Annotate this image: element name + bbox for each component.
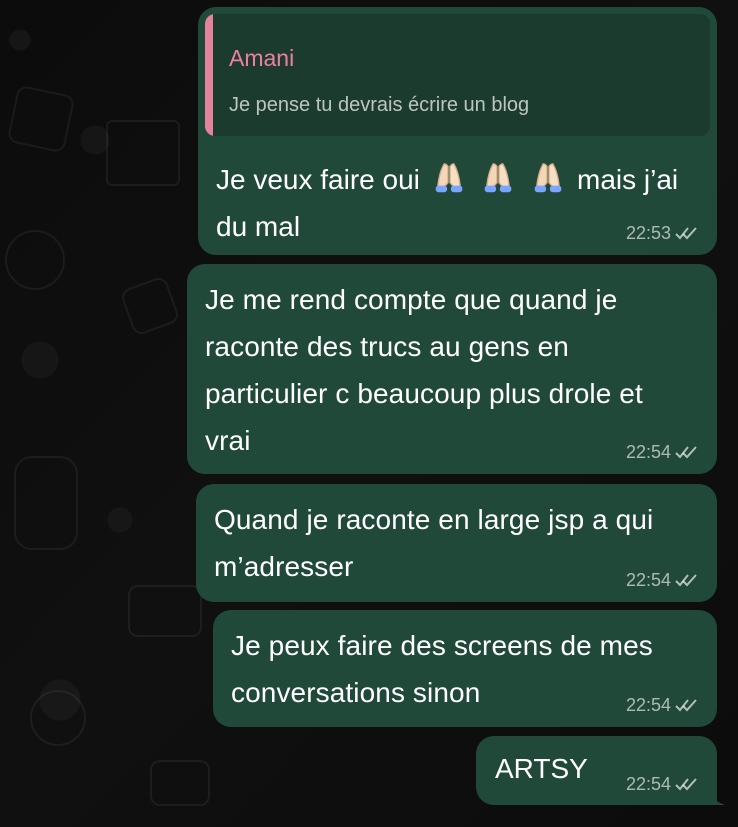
background-doodle <box>150 760 210 806</box>
message-time: 22:54 <box>625 695 671 715</box>
message-bubble[interactable]: Amani Je pense tu devrais écrire un blog… <box>198 7 717 255</box>
quoted-reply[interactable]: Amani Je pense tu devrais écrire un blog <box>205 14 710 136</box>
background-doodle <box>119 275 181 337</box>
double-check-icon <box>675 572 699 588</box>
message-time: 22:54 <box>625 774 671 794</box>
double-check-icon <box>675 697 699 713</box>
double-check-icon <box>675 776 699 792</box>
reply-accent-bar <box>205 14 213 136</box>
reply-text: Je pense tu devrais écrire un blog <box>229 94 530 116</box>
message-meta: 22:54 <box>626 443 699 461</box>
folded-hands-icon <box>430 159 468 197</box>
message-bubble[interactable]: Quand je raconte en large jsp a qui m’ad… <box>196 484 717 602</box>
double-check-icon <box>675 444 699 460</box>
message-meta: 22:54 <box>626 571 699 589</box>
message-bubble[interactable]: ARTSY 22:54 <box>476 736 725 805</box>
message-time: 22:53 <box>625 223 671 243</box>
message-time: 22:54 <box>625 442 671 462</box>
background-doodle <box>106 120 180 186</box>
background-doodle <box>14 456 78 550</box>
message-bubble[interactable]: Je peux faire des screens de mes convers… <box>213 610 717 727</box>
background-doodle <box>128 585 202 637</box>
background-doodle <box>6 84 76 154</box>
message-meta: 22:53 <box>626 224 699 242</box>
message-text: Quand je raconte en large jsp a qui m’ad… <box>214 504 654 582</box>
message-text: ARTSY <box>495 753 588 784</box>
reply-author: Amani <box>229 45 295 71</box>
folded-hands-icon <box>479 159 517 197</box>
folded-hands-icon <box>529 159 567 197</box>
background-doodle <box>30 690 86 746</box>
message-text-start: Je veux faire oui <box>216 164 420 195</box>
message-meta: 22:54 <box>626 775 699 793</box>
bubble-tail <box>703 787 725 805</box>
background-doodle <box>5 230 65 290</box>
message-bubble[interactable]: Je me rend compte que quand je raconte d… <box>187 264 717 474</box>
message-time: 22:54 <box>625 570 671 590</box>
message-meta: 22:54 <box>626 696 699 714</box>
double-check-icon <box>675 225 699 241</box>
message-text: Je me rend compte que quand je raconte d… <box>205 284 643 456</box>
